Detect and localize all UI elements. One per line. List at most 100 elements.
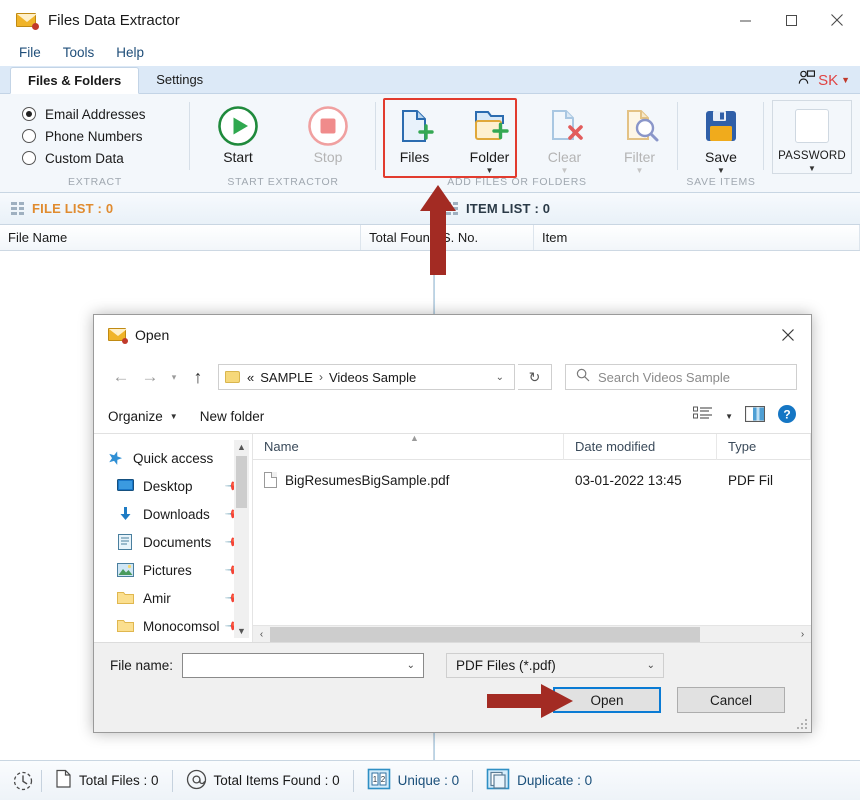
file-name-text: BigResumesBigSample.pdf <box>285 472 450 488</box>
scroll-down-icon[interactable]: ▼ <box>237 624 246 638</box>
navigation-pane: Quick access Desktop 📌 Downloads 📌 <box>94 434 252 642</box>
radio-email-addresses[interactable]: Email Addresses <box>22 103 190 125</box>
scroll-thumb[interactable] <box>270 626 700 642</box>
start-label: Start <box>223 149 253 165</box>
arrow-left-icon[interactable]: ← <box>108 364 134 390</box>
menu-item-tools[interactable]: Tools <box>52 43 106 62</box>
column-total-found[interactable]: Total Found <box>361 225 433 250</box>
grip-icon <box>445 202 458 215</box>
file-clear-icon <box>545 104 585 148</box>
file-row[interactable]: BigResumesBigSample.pdf 03-01-2022 13:45… <box>253 465 811 495</box>
title-bar: Files Data Extractor <box>0 0 860 40</box>
file-list-title: FILE LIST : 0 <box>32 201 114 216</box>
sidebar-item-downloads[interactable]: Downloads 📌 <box>94 500 252 528</box>
breadcrumb-item-videos-sample[interactable]: Videos Sample <box>329 370 416 385</box>
tab-files-and-folders[interactable]: Files & Folders <box>10 67 140 94</box>
menu-item-help[interactable]: Help <box>105 43 155 62</box>
organize-button[interactable]: Organize <box>108 409 163 424</box>
column-file-name[interactable]: File Name <box>0 225 362 250</box>
tab-settings[interactable]: Settings <box>139 66 220 93</box>
column-date-modified[interactable]: Date modified <box>564 433 717 460</box>
resize-grip-icon[interactable] <box>797 719 807 729</box>
close-icon[interactable] <box>814 0 860 40</box>
cancel-button[interactable]: Cancel <box>677 687 785 713</box>
sidebar-item-documents[interactable]: Documents 📌 <box>94 528 252 556</box>
chevron-down-icon[interactable]: ▼ <box>725 412 733 421</box>
file-name-input[interactable]: ⌄ <box>182 652 425 678</box>
help-icon[interactable]: ? <box>777 404 797 429</box>
chevron-down-icon[interactable]: ▼ <box>808 164 816 173</box>
scroll-left-icon[interactable]: ‹ <box>253 629 270 640</box>
breadcrumb-item-sample[interactable]: SAMPLE <box>260 370 313 385</box>
status-label: Total Files : 0 <box>79 773 159 788</box>
chevron-down-icon[interactable]: ▼ <box>717 167 725 175</box>
chevron-down-icon[interactable]: ▾ <box>166 364 182 390</box>
chevron-down-icon[interactable]: ⌄ <box>647 660 655 671</box>
minimize-icon[interactable] <box>722 0 768 40</box>
svg-text:?: ? <box>783 407 790 421</box>
dialog-footer: File name: ⌄ PDF Files (*.pdf) ⌄ Open Ca… <box>94 642 811 732</box>
maximize-icon[interactable] <box>768 0 814 40</box>
horizontal-scrollbar[interactable]: ‹ › <box>253 625 811 642</box>
item-list-title: ITEM LIST : 0 <box>466 201 551 216</box>
account-menu[interactable]: SK ▼ <box>798 70 860 93</box>
sidebar-item-pictures[interactable]: Pictures 📌 <box>94 556 252 584</box>
unique-icon: 1 2 <box>367 768 391 793</box>
radio-custom-data[interactable]: Custom Data <box>22 147 190 169</box>
search-box[interactable]: Search Videos Sample <box>565 364 797 390</box>
sidebar-item-label: Pictures <box>143 562 192 578</box>
save-label: Save <box>705 149 737 165</box>
arrow-right-icon[interactable]: → <box>137 364 163 390</box>
file-rows: BigResumesBigSample.pdf 03-01-2022 13:45… <box>253 460 811 625</box>
chevron-down-icon[interactable]: ▼ <box>170 412 178 421</box>
sidebar-item-label: Documents <box>143 534 212 550</box>
password-box-icon <box>795 109 829 143</box>
start-button[interactable]: Start <box>193 102 283 165</box>
password-button[interactable]: PASSWORD ▼ <box>772 100 852 174</box>
status-unique: 1 2 Unique : 0 <box>361 768 466 793</box>
folder-icon <box>225 371 240 383</box>
sidebar-scrollbar[interactable]: ▲ ▼ <box>234 440 249 638</box>
scroll-right-icon[interactable]: › <box>794 629 811 640</box>
sidebar-item-monocomsol[interactable]: Monocomsol 📌 <box>94 612 252 640</box>
close-icon[interactable] <box>765 315 811 355</box>
group-label-start-extractor: START EXTRACTOR <box>227 176 339 188</box>
save-button[interactable]: Save ▼ <box>681 102 761 175</box>
history-icon[interactable] <box>12 770 34 792</box>
window-controls <box>722 0 860 40</box>
scroll-track[interactable] <box>270 626 794 643</box>
column-item[interactable]: Item <box>534 225 860 250</box>
file-type-filter[interactable]: PDF Files (*.pdf) ⌄ <box>446 652 665 678</box>
chevron-down-icon[interactable]: ⌄ <box>407 660 415 671</box>
file-name-label: File name: <box>110 657 174 673</box>
menu-item-file[interactable]: File <box>8 43 52 62</box>
sidebar-item-desktop[interactable]: Desktop 📌 <box>94 472 252 500</box>
status-bar: Total Files : 0 Total Items Found : 0 1 <box>0 760 860 800</box>
sort-ascending-icon: ▲ <box>410 433 419 443</box>
group-label-extract: EXTRACT <box>68 176 122 188</box>
scroll-thumb[interactable] <box>236 456 247 508</box>
sidebar-item-amir[interactable]: Amir 📌 <box>94 584 252 612</box>
radio-indicator <box>22 151 36 165</box>
new-folder-button[interactable]: New folder <box>200 409 265 424</box>
address-bar[interactable]: « SAMPLE › Videos Sample ⌄ <box>218 364 515 390</box>
stop-button: Stop <box>283 102 373 165</box>
column-type[interactable]: Type <box>717 433 811 460</box>
refresh-icon[interactable]: ↻ <box>518 364 552 390</box>
column-name[interactable]: Name <box>253 433 564 460</box>
duplicate-icon <box>486 768 510 793</box>
arrow-up-icon[interactable]: ↑ <box>185 364 211 390</box>
chevron-down-icon[interactable]: ⌄ <box>496 372 504 383</box>
sidebar-item-quick-access[interactable]: Quick access <box>94 444 252 472</box>
column-s-no[interactable]: S. No. <box>434 225 534 250</box>
preview-pane-icon[interactable] <box>744 405 766 427</box>
search-icon <box>576 368 590 387</box>
status-duplicate: Duplicate : 0 <box>480 768 598 793</box>
radio-phone-numbers[interactable]: Phone Numbers <box>22 125 190 147</box>
ribbon-toolbar: Email Addresses Phone Numbers Custom Dat… <box>0 94 860 193</box>
scroll-up-icon[interactable]: ▲ <box>237 440 246 454</box>
stop-icon <box>307 104 349 148</box>
group-label-save-items: SAVE ITEMS <box>686 176 756 188</box>
open-button[interactable]: Open <box>553 687 661 713</box>
view-list-icon[interactable] <box>693 406 713 427</box>
